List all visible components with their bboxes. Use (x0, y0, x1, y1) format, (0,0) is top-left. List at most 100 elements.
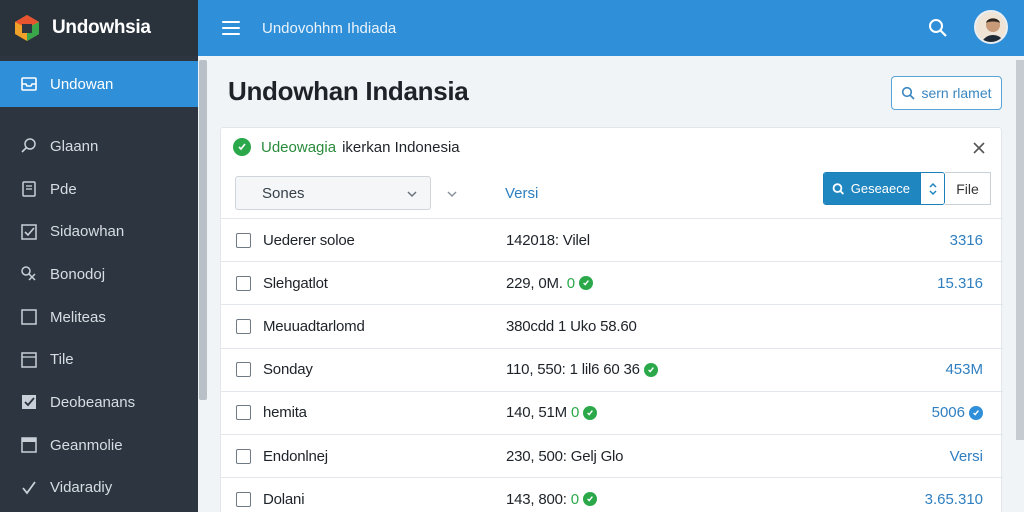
row-value-text: 3.65.310 (924, 490, 983, 508)
filter-select[interactable]: Sones (235, 176, 431, 210)
check-circle-icon (578, 276, 593, 291)
table-row[interactable]: Endonlnej 230, 500: Gelj Glo Versi (221, 433, 1003, 477)
inbox-icon (20, 75, 38, 93)
row-checkbox[interactable] (236, 232, 251, 248)
sidebar-item-label: Undowan (50, 75, 114, 93)
row-value: 453M (945, 361, 983, 378)
table-row[interactable]: Dolani 143, 800: 0 3.65.310 (221, 477, 1003, 512)
row-checkbox[interactable] (236, 318, 251, 334)
row-detail: 143, 800: 0 (506, 491, 597, 508)
table-row[interactable]: Sonday 110, 550: 1 lil6 60 36 453M (221, 347, 1003, 391)
chevron-down-icon[interactable] (445, 187, 459, 201)
row-value: 3316 (950, 232, 983, 249)
sidebar-item-label: Geanmolie (50, 436, 123, 454)
brand[interactable]: Undowhsia (0, 0, 198, 56)
chevron-updown-icon (928, 182, 937, 195)
row-checkbox[interactable] (236, 491, 251, 507)
close-icon[interactable] (971, 140, 987, 156)
sidebar-item-geanmolie[interactable]: Geanmolie (0, 424, 198, 467)
sidebar-item-sidaowhan[interactable]: Sidaowhan (0, 210, 198, 253)
check-circle-icon (233, 138, 251, 156)
search-button[interactable]: sern rlamet (891, 76, 1002, 110)
row-value: 3.65.310 (925, 491, 983, 508)
row-detail-text: 142018: Vilel (506, 231, 590, 249)
search-icon (832, 182, 845, 195)
primary-button-label: Geseaece (850, 181, 910, 196)
table-row[interactable]: hemita 140, 51M 0 5006 (221, 390, 1003, 434)
row-value-link[interactable]: Versi (950, 448, 983, 465)
row-value-text: 5006 (931, 404, 965, 422)
sidebar-scrollbar[interactable] (199, 60, 207, 400)
window-icon (20, 436, 38, 454)
sidebar-item-label: Deobeanans (50, 393, 136, 411)
row-name: hemita (263, 404, 307, 422)
row-value-text: 3316 (949, 231, 983, 249)
document-icon (20, 180, 38, 198)
row-checkbox[interactable] (236, 362, 251, 378)
sidebar-item-meliteas[interactable]: Meliteas (0, 296, 198, 339)
check-mark-icon (20, 479, 38, 497)
sidebar-item-tile[interactable]: Tile (0, 338, 198, 381)
square-icon (20, 308, 38, 326)
sidebar-item-bonodoj[interactable]: Bonodoj (0, 253, 198, 296)
row-checkbox[interactable] (236, 275, 251, 291)
row-detail: 380cdd 1 Uko 58.60 (506, 318, 637, 335)
file-button[interactable]: File (945, 172, 991, 205)
sidebar-item-deobeanans[interactable]: Deobeanans (0, 381, 198, 424)
sidebar-item-label: Bonodoj (50, 265, 106, 283)
page-title: Undowhan Indansia (228, 76, 469, 106)
row-detail-text: 380cdd 1 Uko 58.60 (506, 317, 637, 335)
row-status-text: 0 (566, 274, 575, 292)
content-card: Udeowagia ikerkan Indonesia Sones Versi … (220, 127, 1003, 512)
check-box-icon (20, 223, 38, 241)
primary-button[interactable]: Geseaece (824, 173, 920, 204)
sidebar-item-label: Pde (50, 180, 77, 198)
sidebar-item-vidaradiy[interactable]: Vidaradiy (0, 467, 198, 510)
row-detail-text: 110, 550: 1 lil6 60 36 (506, 361, 640, 379)
split-dropdown-button[interactable] (920, 173, 944, 204)
folder-icon (20, 351, 38, 369)
row-detail-text: 230, 500: Gelj Glo (506, 447, 624, 465)
row-detail: 140, 51M 0 (506, 404, 598, 422)
sidebar-item-label: Glaann (50, 137, 99, 155)
avatar[interactable] (974, 10, 1008, 44)
table-row[interactable]: Uederer soloe 142018: Vilel 3316 (221, 218, 1003, 261)
app-name: Undowhsia (52, 17, 151, 38)
row-detail: 110, 550: 1 lil6 60 36 (506, 361, 658, 378)
row-detail: 229, 0M. 0 (506, 275, 593, 292)
row-name: Endonlnej (263, 447, 328, 465)
row-detail-text: 140, 51M (506, 404, 567, 422)
row-detail-text: 143, 800: (506, 490, 567, 508)
row-value-text: Versi (949, 447, 983, 465)
row-checkbox[interactable] (236, 405, 251, 421)
top-bar-title: Undovohhm Ihdiada (262, 19, 397, 37)
menu-icon[interactable] (222, 17, 244, 39)
row-checkbox[interactable] (236, 448, 251, 464)
chevron-down-icon (407, 191, 417, 198)
row-detail: 142018: Vilel (506, 232, 590, 249)
page-scrollbar[interactable] (1016, 60, 1024, 440)
table-row[interactable]: Slehgatlot 229, 0M. 0 15.316 (221, 261, 1003, 304)
search-icon[interactable] (926, 16, 950, 40)
sidebar-item-active[interactable]: Undowan (0, 61, 198, 107)
versi-link[interactable]: Versi (505, 185, 538, 202)
alert-brand: Udeowagia (261, 138, 337, 156)
sidebar-item-label: Sidaowhan (50, 223, 125, 241)
row-name: Uederer soloe (263, 231, 355, 249)
row-status-text: 0 (570, 490, 579, 508)
data-table: Uederer soloe 142018: Vilel 3316 Slehgat… (221, 218, 1003, 512)
sidebar-item-pde[interactable]: Pde (0, 168, 198, 211)
check-circle-icon (969, 405, 983, 420)
sidebar-item-label: Meliteas (50, 308, 106, 326)
row-name: Dolani (263, 490, 305, 508)
logo-icon (12, 13, 42, 43)
table-row[interactable]: Meuuadtarlomd 380cdd 1 Uko 58.60 (221, 304, 1003, 347)
check-circle-icon (643, 362, 658, 377)
row-value: 15.316 (937, 275, 983, 292)
alert-text: ikerkan Indonesia (342, 138, 460, 156)
row-value: 5006 (932, 404, 983, 421)
row-name: Meuuadtarlomd (263, 317, 365, 335)
row-status-text: 0 (570, 404, 580, 422)
sidebar-item-glaann[interactable]: Glaann (0, 125, 198, 168)
sidebar-nav: Glaann Pde Sidaowhan Bonodoj Meliteas Ti… (0, 125, 198, 509)
